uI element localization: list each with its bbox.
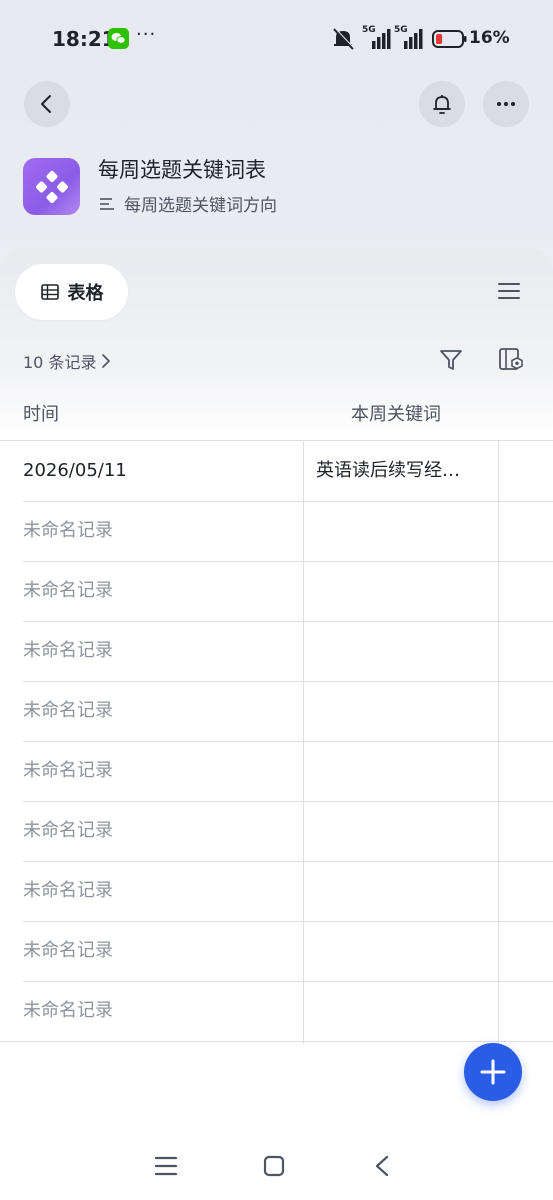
field-settings-button[interactable] <box>498 347 526 377</box>
cell-keywords[interactable] <box>316 501 486 561</box>
cell-keywords[interactable] <box>316 861 486 921</box>
chevron-left-icon <box>41 95 51 113</box>
more-button[interactable] <box>483 81 529 127</box>
filter-icon <box>440 350 462 370</box>
table-row[interactable]: 2026/05/11 英语读后续写经… <box>0 441 553 502</box>
battery-percent: 16% <box>469 28 510 48</box>
plus-icon <box>480 1059 506 1085</box>
mute-icon <box>333 27 355 50</box>
table-name: 每周选题关键词方向 <box>124 196 277 216</box>
table-row[interactable]: 未命名记录 <box>0 741 553 802</box>
cell-keywords[interactable] <box>316 621 486 681</box>
cell-time: 未命名记录 <box>23 940 113 961</box>
battery-icon <box>432 30 467 48</box>
cell-time: 未命名记录 <box>23 640 113 661</box>
cell-time: 未命名记录 <box>23 700 113 721</box>
app-title: 每周选题关键词表 <box>98 158 266 182</box>
status-time: 18:21 <box>52 27 116 51</box>
status-bar: 18:21 ··· 5G 5G 16% <box>0 0 553 78</box>
table-row[interactable]: 未命名记录 <box>0 621 553 682</box>
cell-keywords[interactable] <box>316 921 486 981</box>
row-divider <box>0 1041 553 1042</box>
table-row[interactable]: 未命名记录 <box>0 501 553 562</box>
recent-apps-icon[interactable] <box>153 1155 179 1177</box>
cell-time: 未命名记录 <box>23 760 113 781</box>
app-icon <box>23 158 80 215</box>
cell-time: 未命名记录 <box>23 580 113 601</box>
filter-button[interactable] <box>439 347 463 377</box>
table-selector[interactable]: 每周选题关键词方向 <box>98 191 277 216</box>
wechat-icon <box>108 28 129 49</box>
view-tab-grid[interactable]: 表格 <box>15 264 128 320</box>
view-tab-label: 表格 <box>67 283 104 304</box>
menu-icon <box>498 283 520 299</box>
cell-keywords[interactable] <box>316 801 486 861</box>
column-header-time[interactable]: 时间 <box>23 400 59 426</box>
grid-icon <box>40 284 59 300</box>
cell-time: 未命名记录 <box>23 1000 113 1021</box>
status-more-icon: ··· <box>136 24 157 45</box>
record-count-link[interactable]: 10 条记录 <box>23 349 113 373</box>
cell-time: 未命名记录 <box>23 520 113 541</box>
table-row[interactable]: 未命名记录 <box>0 801 553 862</box>
more-horizontal-icon <box>497 102 515 106</box>
table-row[interactable]: 未命名记录 <box>0 981 553 1042</box>
list-icon <box>100 197 114 210</box>
signal-1-label: 5G <box>362 25 376 35</box>
view-menu-button[interactable] <box>496 279 522 307</box>
cell-keywords[interactable] <box>316 561 486 621</box>
back-nav-icon[interactable] <box>372 1154 392 1178</box>
record-count: 10 条记录 <box>23 353 97 372</box>
cell-keywords[interactable] <box>316 981 486 1041</box>
cell-keywords[interactable] <box>316 681 486 741</box>
cell-time: 未命名记录 <box>23 880 113 901</box>
home-icon[interactable] <box>262 1154 286 1178</box>
table-row[interactable]: 未命名记录 <box>0 561 553 622</box>
table-row[interactable]: 未命名记录 <box>0 921 553 982</box>
table-row[interactable]: 未命名记录 <box>0 861 553 922</box>
bell-icon <box>433 95 451 114</box>
chevron-right-icon <box>102 354 111 368</box>
system-nav-bar <box>0 1130 553 1200</box>
cell-keywords[interactable] <box>316 741 486 801</box>
cell-time: 未命名记录 <box>23 820 113 841</box>
signal-2-label: 5G <box>394 25 408 35</box>
status-icons: 5G 5G <box>332 25 467 50</box>
back-button[interactable] <box>24 81 70 127</box>
cell-time: 2026/05/11 <box>23 460 127 481</box>
notification-button[interactable] <box>419 81 465 127</box>
app-logo-icon <box>35 170 68 203</box>
cell-keywords[interactable]: 英语读后续写经… <box>316 441 486 501</box>
field-settings-icon <box>499 348 523 370</box>
column-header-keywords[interactable]: 本周关键词 <box>351 400 441 426</box>
table-row[interactable]: 未命名记录 <box>0 681 553 742</box>
add-record-button[interactable] <box>464 1043 522 1101</box>
